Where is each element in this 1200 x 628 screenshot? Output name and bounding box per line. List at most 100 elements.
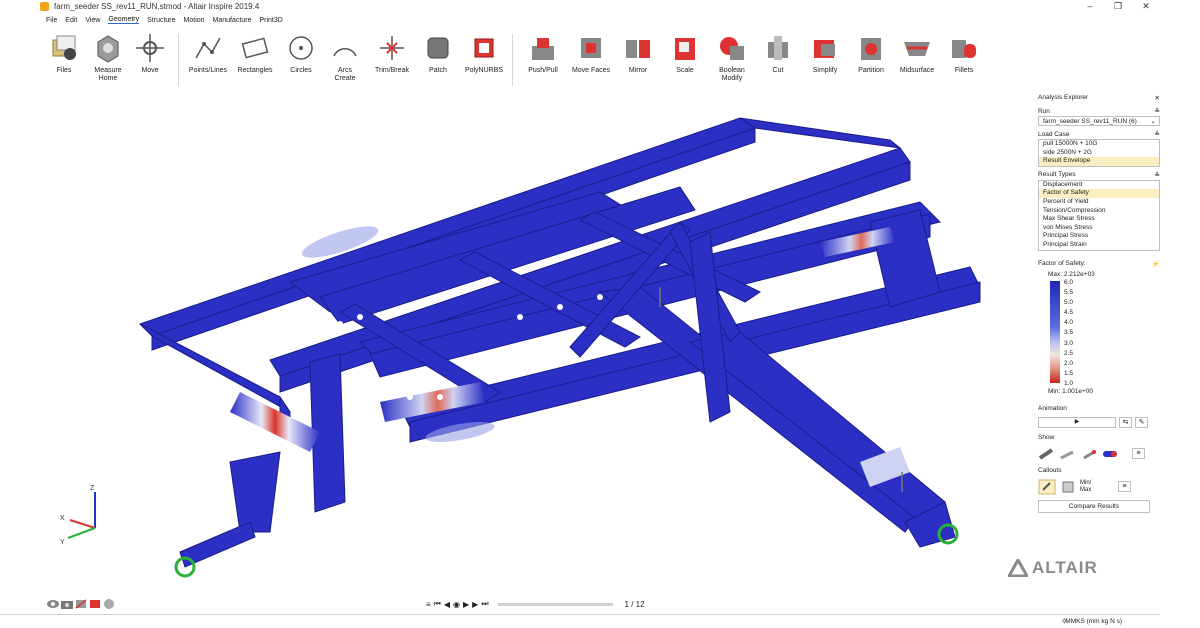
load-case-item[interactable]: side 2500N + 2G — [1039, 149, 1159, 158]
panel-header: Analysis Explorer ✕ — [1038, 92, 1160, 103]
farm-seeder-frame-model[interactable]: Z X Y — [40, 92, 1030, 622]
compare-results-button[interactable]: Compare Results — [1038, 499, 1150, 513]
callout-clear-icon[interactable] — [1059, 479, 1077, 495]
app-logo-icon — [40, 2, 49, 11]
result-type-item[interactable]: Principal Stress — [1039, 232, 1159, 241]
display-mode-icon[interactable] — [88, 598, 102, 610]
animation-settings-icon[interactable]: ✎ — [1135, 417, 1148, 429]
axis-x-label: X — [60, 515, 65, 522]
step-forward-icon[interactable]: ▶ — [472, 600, 478, 609]
brand-name: ALTAIR — [1032, 558, 1098, 577]
result-types-list: Displacement Factor of Safety Percent of… — [1038, 179, 1160, 251]
frames-menu-icon[interactable]: ≡ — [426, 600, 431, 609]
model-viewport[interactable]: Z X Y — [40, 92, 1030, 622]
result-type-item[interactable]: Principal Strain — [1039, 241, 1159, 250]
status-bar: ✧ MMKS (mm kg N s) — [0, 614, 1160, 628]
skip-forward-icon[interactable]: ⏭ — [481, 599, 488, 609]
camera-icon[interactable] — [60, 598, 74, 610]
legend-tick: 3.5 — [1064, 329, 1074, 337]
play-icon[interactable]: ▶ — [463, 600, 469, 609]
show-contour-icon[interactable] — [1101, 446, 1119, 462]
play-animation-button[interactable]: ▶ — [1038, 417, 1116, 429]
load-case-list: pull 15000N + 10G side 2500N + 2G Result… — [1038, 139, 1160, 167]
menu-view[interactable]: View — [85, 17, 100, 24]
result-type-item[interactable]: Percent of Yield — [1039, 198, 1159, 207]
maximize-button[interactable]: ❐ — [1104, 0, 1132, 13]
show-deformed-icon[interactable] — [1038, 446, 1056, 462]
close-button[interactable]: ✕ — [1132, 0, 1160, 13]
animation-mode-icon[interactable]: ⇆ — [1119, 417, 1132, 429]
legend-tick: 4.5 — [1064, 309, 1074, 317]
mirror-icon — [626, 40, 650, 58]
timeline-scrubber[interactable] — [497, 602, 613, 606]
show-menu-icon[interactable]: ≡ — [1132, 448, 1145, 460]
playback-controls: ≡ ⏮ ◀ ◉ ▶ ▶ ⏭ 1 / 12 — [426, 599, 648, 609]
result-types-section: Result Types ≙ — [1038, 170, 1160, 180]
altair-inspire-window: farm_seeder SS_rev11_RUN.stmod - Altair … — [0, 0, 1200, 628]
load-case-item[interactable]: pull 15000N + 10G — [1039, 140, 1159, 149]
altair-logo-icon — [1008, 559, 1028, 577]
polynurbs-icon — [474, 38, 494, 58]
move-icon — [136, 34, 164, 62]
menu-manufacture[interactable]: Manufacture — [213, 17, 252, 24]
window-controls: – ❐ ✕ — [1076, 0, 1160, 13]
partition-icon — [861, 38, 881, 60]
legend-title: Factor of Safety: — [1038, 260, 1086, 268]
menu-edit[interactable]: Edit — [65, 17, 77, 24]
callouts-menu-icon[interactable]: ≡ — [1118, 481, 1131, 493]
unit-system[interactable]: MMKS (mm kg N s) — [1065, 618, 1122, 625]
record-icon[interactable]: ◉ — [453, 600, 460, 609]
rectangles-icon — [241, 37, 269, 59]
result-type-item[interactable]: Max Shear Stress — [1039, 215, 1159, 224]
move-tool[interactable]: Move — [122, 32, 178, 75]
load-case-item[interactable]: Result Envelope — [1039, 157, 1159, 166]
boolean-icon — [720, 37, 744, 60]
frame-counter: 1 / 12 — [624, 599, 645, 609]
eye-icon[interactable] — [46, 598, 60, 610]
move-faces-icon — [581, 38, 601, 58]
menu-geometry[interactable]: Geometry — [108, 16, 140, 24]
min-max-toggle[interactable]: Min/ Max — [1080, 480, 1110, 494]
collapse-icon[interactable]: ≙ — [1155, 171, 1160, 179]
step-back-icon[interactable]: ◀ — [444, 600, 450, 609]
show-loads-icon[interactable] — [1080, 446, 1098, 462]
show-label: Show — [1038, 434, 1055, 442]
menu-file[interactable]: File — [46, 17, 57, 24]
result-type-item[interactable]: Tension/Compression — [1039, 207, 1159, 216]
menu-print3d[interactable]: Print3D — [259, 17, 282, 24]
run-label: Run — [1038, 107, 1050, 115]
files-icon — [52, 35, 76, 60]
polynurbs-tool[interactable]: PolyNURBS — [456, 32, 512, 75]
arcs-icon — [333, 48, 357, 57]
menu-motion[interactable]: Motion — [184, 17, 205, 24]
result-type-item[interactable]: Displacement — [1039, 181, 1159, 190]
show-undeformed-icon[interactable] — [1059, 446, 1077, 462]
result-type-item[interactable]: von Mises Stress — [1039, 224, 1159, 233]
polynurbs-label: PolyNURBS — [464, 67, 504, 74]
minimize-button[interactable]: – — [1076, 0, 1104, 13]
callouts-section: Callouts — [1038, 466, 1160, 476]
home-group-label: Home — [98, 75, 118, 82]
collapse-icon[interactable]: ≚ — [1155, 107, 1160, 115]
animation-section: Animation — [1038, 404, 1160, 414]
run-select[interactable]: farm_seeder SS_rev11_RUN (6) ⌄ — [1038, 116, 1160, 126]
result-type-item[interactable]: Factor of Safety — [1039, 189, 1159, 198]
fillets-icon — [952, 40, 976, 58]
skip-back-icon[interactable]: ⏮ — [434, 599, 441, 609]
patch-icon — [427, 37, 449, 59]
pin-icon[interactable]: ⚡ — [1152, 260, 1160, 268]
pick-filter-icon[interactable] — [102, 598, 116, 610]
legend-color-bar — [1050, 280, 1060, 383]
legend-tick: 3.0 — [1064, 339, 1074, 347]
collapse-icon[interactable]: ≙ — [1155, 130, 1160, 138]
section-view-icon[interactable] — [74, 598, 88, 610]
callout-probe-icon[interactable] — [1038, 479, 1056, 495]
modify-group-label: Modify — [721, 75, 743, 82]
close-panel-icon[interactable]: ✕ — [1155, 94, 1160, 102]
view-icons — [46, 598, 116, 610]
legend-tick: 5.0 — [1064, 298, 1074, 306]
fillets-tool[interactable]: Fillets — [936, 32, 992, 75]
axis-y-label: Y — [60, 539, 65, 546]
window-title: farm_seeder SS_rev11_RUN.stmod - Altair … — [54, 2, 260, 11]
menu-structure[interactable]: Structure — [147, 17, 175, 24]
